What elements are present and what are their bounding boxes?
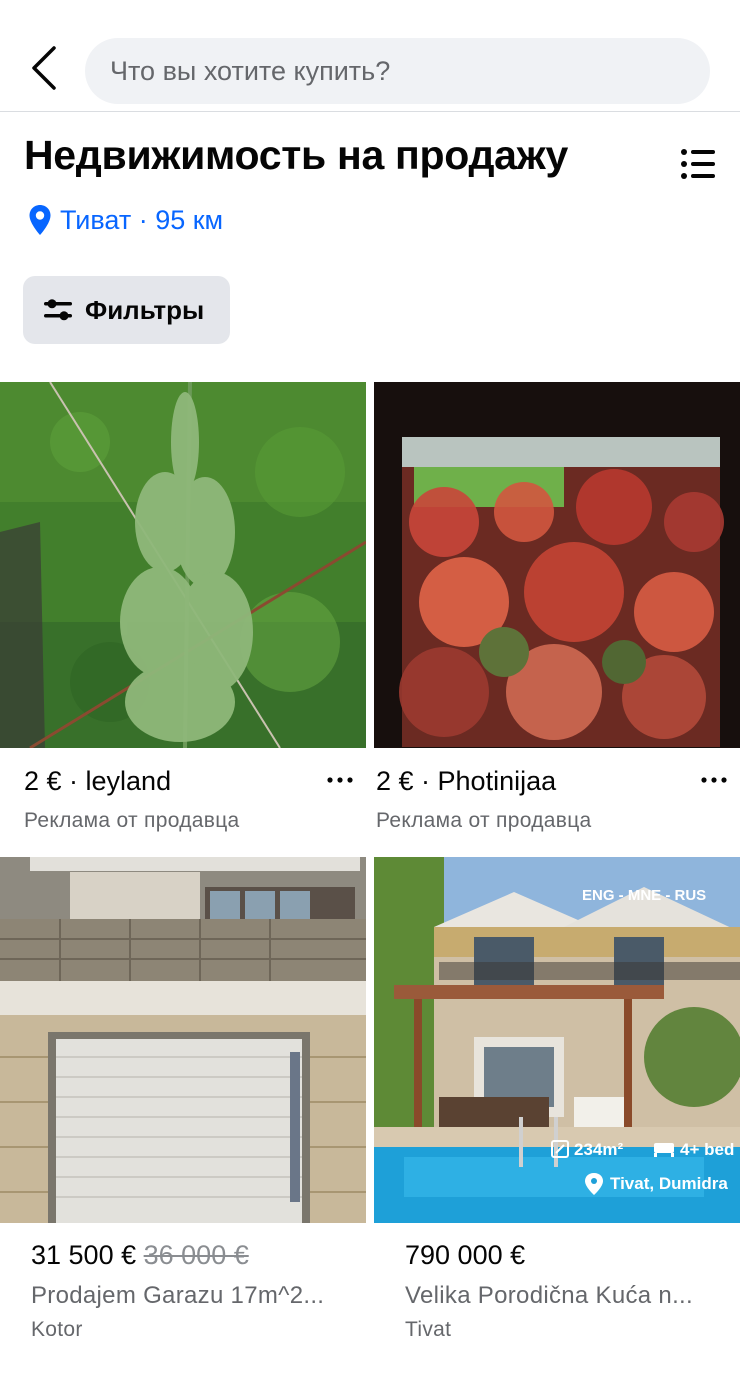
search-input[interactable]: Что вы хотите купить?	[85, 38, 710, 104]
overlay-beds: 4+ bed	[680, 1140, 734, 1159]
listing-subtitle: Реклама от продавца	[24, 809, 240, 832]
more-icon	[701, 777, 727, 783]
listing-card[interactable]: 31 500 € 36 000 € Prodajem Garazu 17m^2.…	[0, 857, 366, 1357]
location-pin-icon	[29, 205, 51, 235]
listing-image	[0, 382, 366, 748]
chevron-left-icon	[32, 46, 56, 90]
listing-subtitle: Реклама от продавца	[376, 809, 592, 832]
listing-name: Velika Porodična Kuća n...	[405, 1282, 693, 1309]
listing-current-price: 31 500 €	[31, 1240, 137, 1270]
back-button[interactable]	[22, 42, 66, 94]
filters-button[interactable]: Фильтры	[23, 276, 230, 344]
listing-card[interactable]: ENG - MNE - RUS 234m² 4+ bed Tivat, Dumi…	[374, 857, 740, 1357]
listing-price: 31 500 € 36 000 €	[31, 1240, 249, 1271]
listing-price: 790 000 €	[405, 1240, 526, 1270]
overlay-languages: ENG - MNE - RUS	[582, 887, 706, 904]
listing-card[interactable]: 2 € · Photinijaa Реклама от продавца	[374, 382, 740, 842]
more-options-button[interactable]	[322, 774, 358, 794]
listing-image	[374, 382, 740, 748]
page-title: Недвижимость на продажу	[24, 132, 568, 178]
list-view-button[interactable]	[680, 148, 716, 180]
search-placeholder: Что вы хотите купить?	[110, 55, 391, 86]
listing-image	[0, 857, 366, 1223]
list-icon	[681, 149, 715, 179]
listing-card[interactable]: 2 € · leyland Реклама от продавца	[0, 382, 366, 842]
location-link[interactable]: Тиват · 95 км	[28, 204, 223, 236]
listing-city: Kotor	[31, 1318, 83, 1341]
location-label: Тиват · 95 км	[60, 204, 224, 235]
listing-old-price: 36 000 €	[143, 1240, 249, 1270]
more-icon	[327, 777, 353, 783]
more-options-button[interactable]	[696, 774, 732, 794]
listing-title: 2 € · leyland	[24, 766, 172, 796]
listing-city: Tivat	[405, 1318, 452, 1341]
overlay-place: Tivat, Dumidra	[610, 1174, 728, 1193]
top-bar: Что вы хотите купить?	[0, 0, 740, 112]
overlay-area: 234m²	[574, 1140, 623, 1159]
listing-title: 2 € · Photinijaa	[376, 766, 557, 796]
filters-label: Фильтры	[85, 294, 205, 325]
listing-name: Prodajem Garazu 17m^2...	[31, 1282, 325, 1309]
listing-image: ENG - MNE - RUS 234m² 4+ bed Tivat, Dumi…	[374, 857, 740, 1223]
sliders-icon	[44, 299, 72, 321]
